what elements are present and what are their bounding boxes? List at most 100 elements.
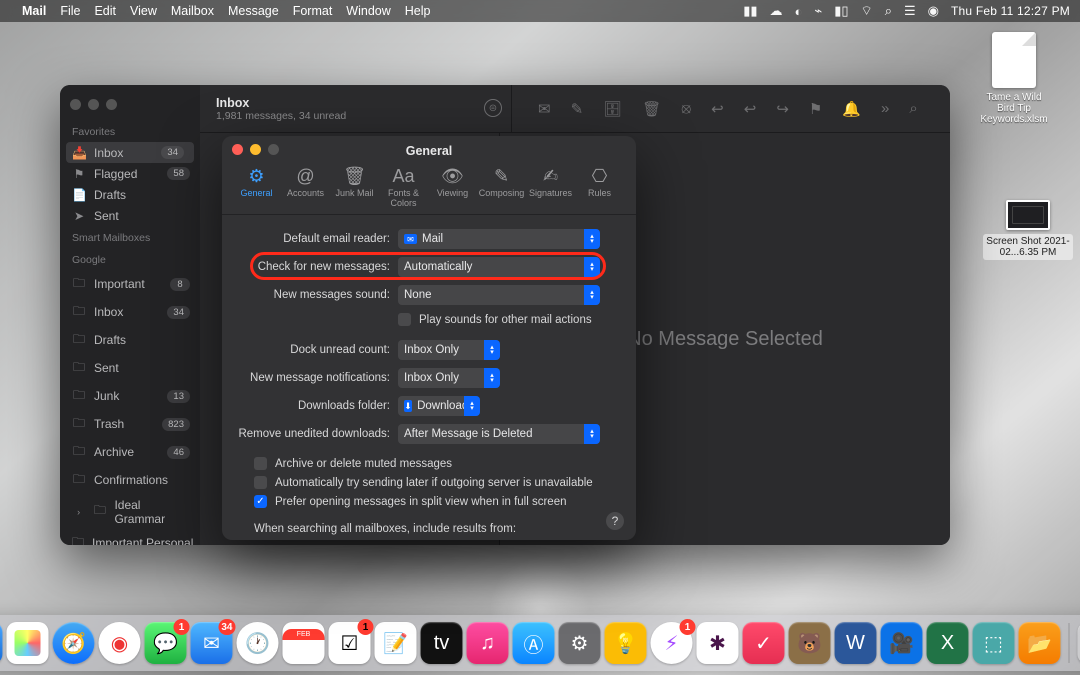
compose-icon[interactable]: ✎: [571, 100, 584, 118]
envelope-icon[interactable]: ✉︎: [538, 100, 551, 118]
desktop-file-screenshot[interactable]: Screen Shot 2021-02...6.35 PM: [982, 200, 1074, 260]
dock-music[interactable]: ♫: [467, 622, 509, 664]
dock-word[interactable]: W: [835, 622, 877, 664]
cloud-icon[interactable]: ☁︎: [770, 3, 783, 19]
menu-view[interactable]: View: [130, 4, 157, 18]
control-center-icon[interactable]: ☰: [904, 3, 916, 19]
tab-viewing[interactable]: 👁︎Viewing: [428, 164, 477, 208]
select-remove[interactable]: After Message is Deleted▴▾: [398, 424, 600, 444]
tab-fonts[interactable]: AaFonts & Colors: [379, 164, 428, 208]
search-icon[interactable]: ⌕: [885, 3, 892, 19]
dock-bear[interactable]: 🐻: [789, 622, 831, 664]
prefs-traffic-lights[interactable]: [232, 144, 279, 155]
battery-icon[interactable]: ▮▯: [834, 3, 848, 19]
mute-icon[interactable]: 🔔: [842, 100, 861, 118]
sidebar-item-flagged[interactable]: ⚑Flagged58: [60, 163, 200, 184]
reply-all-icon[interactable]: ↩︎: [744, 100, 757, 118]
select-notif[interactable]: Inbox Only▴▾: [398, 368, 500, 388]
junk-icon[interactable]: ⦻: [681, 100, 691, 117]
sidebar-item-important[interactable]: 🗀Important8: [60, 270, 200, 298]
siri-icon[interactable]: ◉: [928, 3, 939, 19]
dock-finder[interactable]: 🙂: [0, 622, 3, 664]
menu-mailbox[interactable]: Mailbox: [171, 4, 214, 18]
tab-rules[interactable]: ⎔Rules: [575, 164, 624, 208]
dock-keep[interactable]: 💡: [605, 622, 647, 664]
dock-safari[interactable]: 🧭: [53, 622, 95, 664]
archive-icon[interactable]: 🗄︎: [603, 100, 622, 118]
search-icon[interactable]: ⌕: [909, 100, 917, 117]
sidebar-item-label: Junk: [94, 389, 119, 403]
checkbox-retry[interactable]: [254, 476, 267, 489]
sidebar-item-trash[interactable]: 🗀Trash823: [60, 410, 200, 438]
dock-app[interactable]: ⬚: [973, 622, 1015, 664]
forward-icon[interactable]: ↪︎: [776, 100, 789, 118]
menu-message[interactable]: Message: [228, 4, 279, 18]
desktop-file-xlsm[interactable]: Tame a Wild Bird Tip Keywords.xlsm: [978, 32, 1050, 125]
dock-messages[interactable]: 💬1: [145, 622, 187, 664]
dock-slack[interactable]: ✱: [697, 622, 739, 664]
select-reader[interactable]: ✉︎Mail▴▾: [398, 229, 600, 249]
select-sound[interactable]: None▴▾: [398, 285, 600, 305]
dock-chrome[interactable]: ◉: [99, 622, 141, 664]
wifi-icon[interactable]: ⌔: [861, 3, 873, 19]
sidebar-item-drafts[interactable]: 📄Drafts: [60, 184, 200, 205]
filter-icon[interactable]: ⊜: [484, 99, 502, 117]
sidebar-item-important-personal[interactable]: 🗀Important Personal: [60, 529, 200, 545]
sidebar-item-drafts-google[interactable]: 🗀Drafts: [60, 326, 200, 354]
tab-composing[interactable]: ✎Composing: [477, 164, 526, 208]
dock-settings[interactable]: ⚙︎: [559, 622, 601, 664]
checkbox-split[interactable]: ✓: [254, 495, 267, 508]
checkbox-playsounds[interactable]: [398, 313, 411, 326]
dock-launchpad[interactable]: [7, 622, 49, 664]
app-menu[interactable]: Mail: [22, 4, 46, 18]
select-dock[interactable]: Inbox Only▴▾: [398, 340, 500, 360]
dock-clock[interactable]: 🕐: [237, 622, 279, 664]
select-check-messages[interactable]: Automatically▴▾: [398, 257, 600, 277]
sidebar-item-sent[interactable]: ➤Sent: [60, 205, 200, 226]
dock-mail[interactable]: ✉︎34: [191, 622, 233, 664]
menu-format[interactable]: Format: [293, 4, 333, 18]
dock-appstore[interactable]: Ⓐ: [513, 622, 555, 664]
folder-icon: 🗀: [72, 302, 86, 323]
menu-edit[interactable]: Edit: [94, 4, 116, 18]
tab-signatures[interactable]: ✍︎Signatures: [526, 164, 575, 208]
dock-excel[interactable]: X: [927, 622, 969, 664]
dock-notes[interactable]: 📝: [375, 622, 417, 664]
dock-messenger[interactable]: ⚡︎1: [651, 622, 693, 664]
flag-icon[interactable]: ⚑: [809, 100, 822, 118]
sidebar-item-inbox-google[interactable]: 🗀Inbox34: [60, 298, 200, 326]
dock-calendar[interactable]: FEB11: [283, 622, 325, 664]
sidebar-item-sent-google[interactable]: 🗀Sent: [60, 354, 200, 382]
tab-accounts[interactable]: @Accounts: [281, 164, 330, 208]
select-downloads[interactable]: ⬇︎Downloads▴▾: [398, 396, 480, 416]
menu-file[interactable]: File: [60, 4, 80, 18]
sidebar-item-label: Important Personal: [92, 536, 193, 545]
window-traffic-lights[interactable]: [60, 93, 200, 120]
sync-icon[interactable]: ◐: [795, 4, 803, 19]
sidebar-item-inbox[interactable]: 📥Inbox34: [66, 142, 194, 163]
tab-general[interactable]: ⚙︎General: [232, 164, 281, 208]
video-icon[interactable]: ▮▮: [743, 3, 757, 19]
menu-help[interactable]: Help: [405, 4, 431, 18]
menubar-clock[interactable]: Thu Feb 11 12:27 PM: [951, 4, 1070, 18]
dock-appletv[interactable]: tv: [421, 622, 463, 664]
tab-junk[interactable]: 🗑︎Junk Mail: [330, 164, 379, 208]
dock-zoom[interactable]: 🎥: [881, 622, 923, 664]
checkbox-archive[interactable]: [254, 457, 267, 470]
help-button[interactable]: ?: [606, 512, 624, 530]
trash-icon[interactable]: 🗑︎: [642, 100, 661, 118]
sidebar-item-confirmations[interactable]: 🗀Confirmations: [60, 466, 200, 494]
reply-icon[interactable]: ↩︎: [711, 100, 724, 118]
dock-todoist[interactable]: ✓: [743, 622, 785, 664]
sidebar-item-archive[interactable]: 🗀Archive46: [60, 438, 200, 466]
sidebar-item-ideal-grammar[interactable]: ›🗀Ideal Grammar: [60, 494, 200, 529]
sidebar-item-junk[interactable]: 🗀Junk13: [60, 382, 200, 410]
dock-reminders[interactable]: ☑︎1: [329, 622, 371, 664]
more-icon[interactable]: »: [881, 100, 889, 117]
inbox-icon: 📥: [72, 146, 86, 160]
menu-window[interactable]: Window: [346, 4, 390, 18]
bluetooth-icon[interactable]: ⌁: [814, 3, 822, 19]
chevron-updown-icon: ▴▾: [484, 340, 500, 360]
sidebar-item-label: Confirmations: [94, 473, 168, 487]
dock-iterm[interactable]: 📂: [1019, 622, 1061, 664]
